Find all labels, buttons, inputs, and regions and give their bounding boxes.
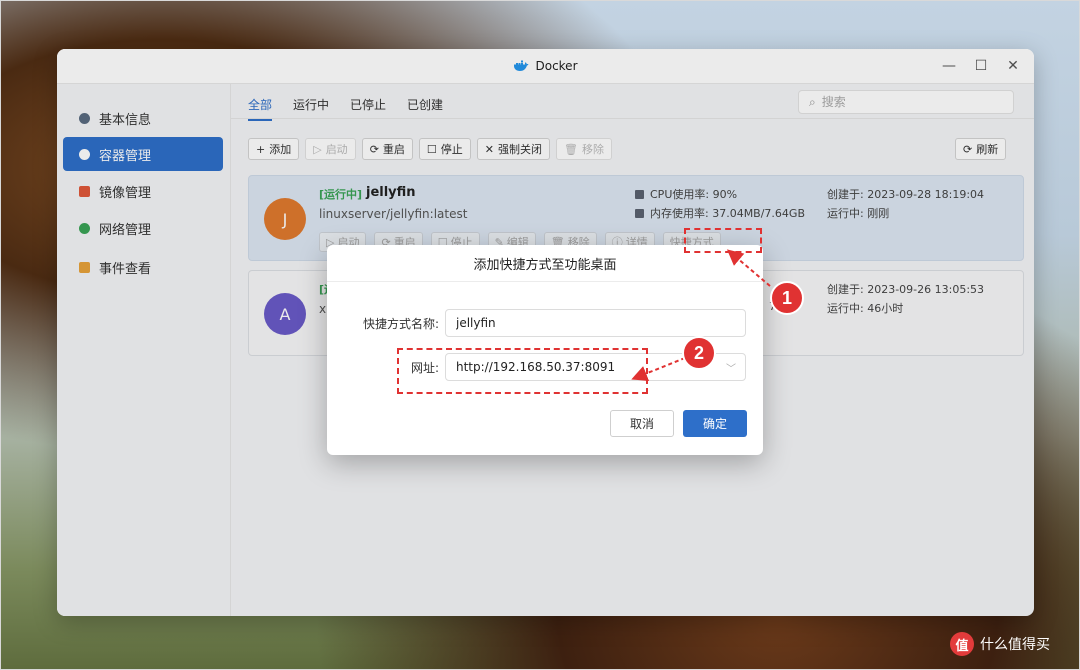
shortcut-name-input[interactable]	[445, 309, 746, 337]
step-badge-1: 1	[770, 281, 804, 315]
chevron-down-icon[interactable]: ﹀	[726, 360, 736, 375]
cancel-button[interactable]: 取消	[610, 410, 674, 437]
confirm-button[interactable]: 确定	[683, 410, 747, 437]
url-label: 网址:	[410, 361, 439, 375]
shortcut-name-label: 快捷方式名称:	[362, 317, 439, 331]
watermark-text: 什么值得买	[980, 637, 1050, 653]
smzdm-logo-icon: 值	[950, 632, 974, 656]
watermark: 值 什么值得买	[950, 632, 1050, 656]
dialog-title: 添加快捷方式至功能桌面	[327, 245, 763, 282]
step-badge-2: 2	[682, 336, 716, 370]
